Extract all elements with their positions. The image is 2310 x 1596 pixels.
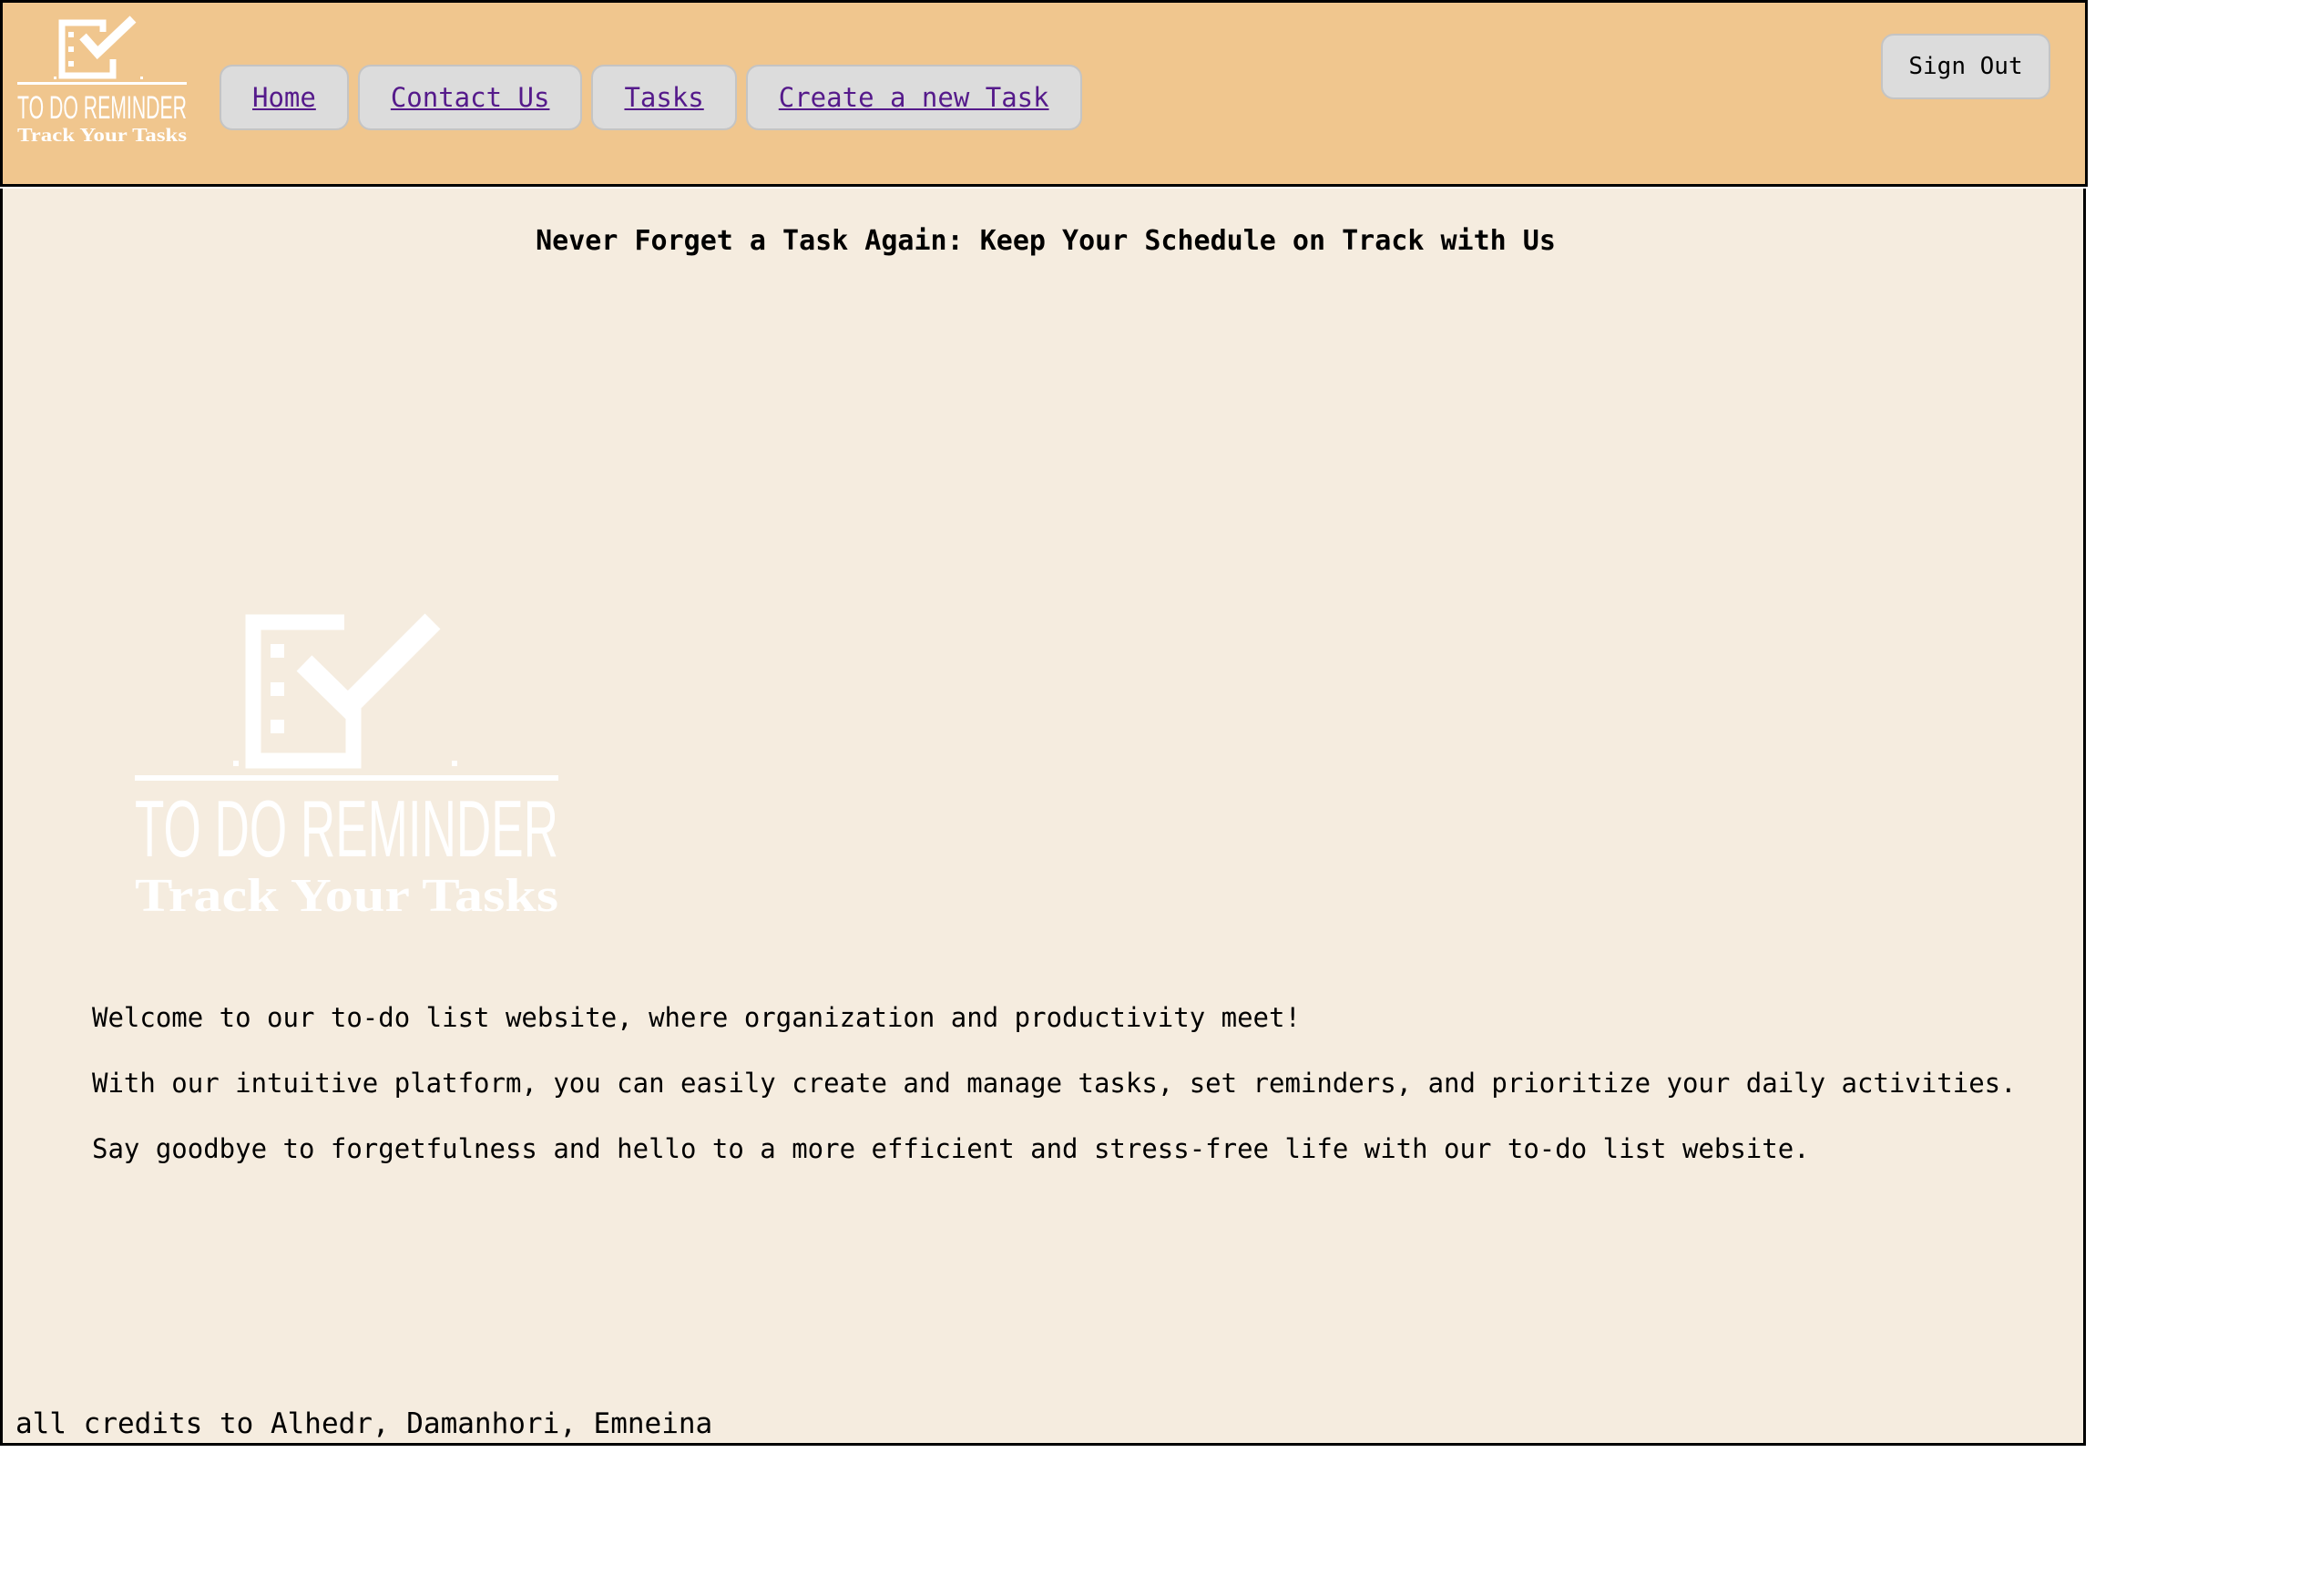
intro-paragraph-closing: Say goodbye to forgetfulness and hello t…	[92, 1133, 1810, 1164]
logo-tagline: Track Your Tasks	[17, 124, 187, 146]
page-headline: Never Forget a Task Again: Keep Your Sch…	[536, 225, 1556, 257]
sign-out-button[interactable]: Sign Out	[1881, 34, 2050, 99]
checklist-icon	[17, 15, 187, 85]
hero-logo-title: TO DO REMINDER	[135, 783, 558, 874]
main-content: Never Forget a Task Again: Keep Your Sch…	[0, 189, 2086, 1446]
logo-title: TO DO REMINDER	[17, 90, 187, 126]
logo[interactable]: TO DO REMINDER Track Your Tasks	[15, 15, 189, 148]
hero-logo: TO DO REMINDER Track Your Tasks	[135, 613, 558, 917]
nav-contact-link[interactable]: Contact Us	[357, 65, 583, 130]
checklist-icon	[135, 613, 558, 781]
header-bar: TO DO REMINDER Track Your Tasks Home Con…	[0, 0, 2088, 187]
nav-tasks-link[interactable]: Tasks	[591, 65, 737, 130]
intro-paragraph-welcome: Welcome to our to-do list website, where…	[92, 1002, 1301, 1033]
intro-paragraph-features: With our intuitive platform, you can eas…	[92, 1068, 2017, 1099]
credits-footer: all credits to Alhedr, Damanhori, Emnein…	[15, 1407, 713, 1440]
page: TO DO REMINDER Track Your Tasks Home Con…	[0, 0, 2310, 1596]
nav-create-task-link[interactable]: Create a new Task	[745, 65, 1082, 130]
hero-logo-tagline: Track Your Tasks	[135, 870, 558, 917]
main-nav: Home Contact Us Tasks Create a new Task	[220, 65, 1082, 130]
nav-home-link[interactable]: Home	[220, 65, 349, 130]
